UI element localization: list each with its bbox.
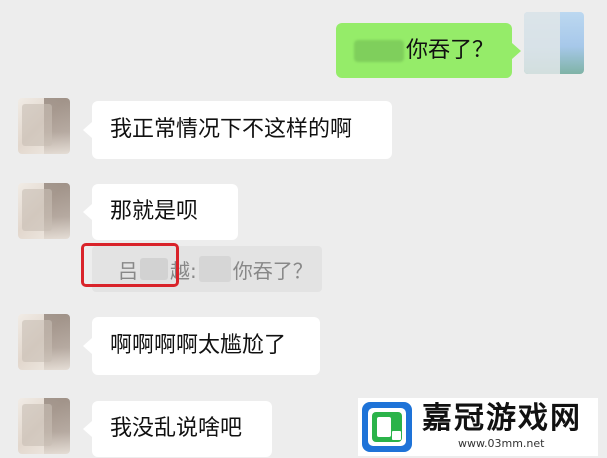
message-text: 我正常情况下不这样的啊 — [110, 117, 353, 142]
contact-avatar[interactable] — [18, 398, 70, 454]
incoming-message-bubble[interactable]: 我正常情况下不这样的啊 — [83, 101, 392, 159]
highlight-box — [81, 243, 179, 287]
contact-avatar[interactable] — [18, 98, 70, 154]
message-text: 那就是呗 — [110, 199, 199, 224]
site-logo-icon — [360, 400, 414, 454]
contact-avatar[interactable] — [18, 183, 70, 239]
site-watermark: 嘉冠游戏网 www.03mm.net — [358, 398, 598, 456]
contact-avatar[interactable] — [18, 314, 70, 370]
redacted-name — [198, 256, 231, 282]
message-text: 我没乱说啥吧 — [110, 416, 243, 441]
message-text: 啊啊啊啊太尴尬了 — [110, 333, 287, 358]
incoming-message-bubble[interactable]: 我没乱说啥吧 — [83, 401, 272, 457]
outgoing-message-bubble[interactable]: 你吞了？ — [336, 23, 521, 78]
watermark-url: www.03mm.net — [458, 437, 545, 450]
my-avatar[interactable] — [524, 12, 584, 74]
watermark-title: 嘉冠游戏网 — [422, 401, 582, 436]
quote-text: 你吞了？ — [232, 258, 313, 283]
redacted-name — [354, 39, 404, 62]
outgoing-message-text: 你吞了？ — [405, 37, 494, 63]
incoming-message-bubble[interactable]: 那就是呗 — [83, 184, 238, 240]
incoming-message-bubble[interactable]: 啊啊啊啊太尴尬了 — [83, 317, 320, 375]
